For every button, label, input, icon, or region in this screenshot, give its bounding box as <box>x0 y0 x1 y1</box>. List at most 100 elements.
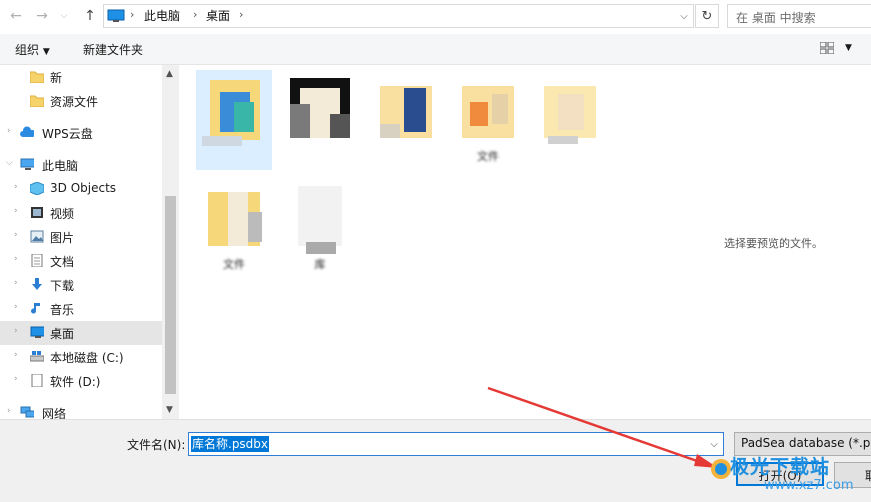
file-item[interactable]: 文件 <box>450 70 526 170</box>
address-bar[interactable]: › 此电脑 › 桌面 › ⌵ <box>103 4 694 28</box>
cloud-icon <box>20 126 34 137</box>
video-icon <box>31 207 43 218</box>
nav-item-label: 视频 <box>50 207 75 221</box>
file-item[interactable]: 库 <box>282 178 358 278</box>
file-type-value: PadSea database (*.ps <box>741 436 871 450</box>
chevron-right-icon[interactable]: › <box>7 406 11 416</box>
view-options-icon[interactable] <box>820 42 834 54</box>
drive-icon <box>30 351 44 362</box>
file-label: 文件 <box>477 150 499 163</box>
refresh-icon: ↻ <box>701 8 713 24</box>
back-button[interactable]: ← <box>6 6 26 26</box>
file-label: 库 <box>314 258 326 271</box>
file-item[interactable] <box>280 70 356 170</box>
nav-item-this-pc[interactable]: ⌵ 此电脑 <box>0 153 162 177</box>
file-thumbnail <box>462 86 514 138</box>
nav-item-wps-cloud[interactable]: › WPS云盘 <box>0 121 162 145</box>
navigation-pane[interactable]: 新 资源文件 › WPS云盘 ⌵ 此电脑 › 3D Objects › 视频 ›… <box>0 65 162 421</box>
desktop-icon <box>30 326 44 338</box>
watermark-logo: 极光下载站 www.xz7.com <box>708 452 871 501</box>
chevron-down-icon: ⌵ <box>680 10 688 22</box>
view-dropdown-icon[interactable]: ▼ <box>845 43 852 53</box>
file-thumbnail <box>208 192 262 246</box>
arrow-left-icon: ← <box>10 8 22 24</box>
scroll-up-icon[interactable]: ▲ <box>166 69 173 79</box>
organize-label: 组织 <box>15 43 40 57</box>
scroll-down-icon[interactable]: ▼ <box>166 405 173 415</box>
preview-pane-message: 选择要预览的文件。 <box>724 237 823 250</box>
chevron-right-icon[interactable]: › <box>14 350 18 360</box>
chevron-right-icon[interactable]: › <box>14 230 18 240</box>
nav-item-desktop[interactable]: › 桌面 <box>0 321 162 345</box>
breadcrumb-desktop[interactable]: 桌面 <box>206 8 230 24</box>
file-thumbnail <box>544 86 596 144</box>
chevron-right-icon[interactable]: › <box>14 254 18 264</box>
nav-item-downloads[interactable]: › 下载 <box>0 273 162 297</box>
up-button[interactable]: ↑ <box>80 6 100 26</box>
chevron-down-icon: ⌵ <box>60 11 68 21</box>
picture-icon <box>30 230 44 243</box>
nav-item-label: 软件 (D:) <box>50 375 101 389</box>
refresh-button[interactable]: ↻ <box>695 4 719 28</box>
address-dropdown-button[interactable]: ⌵ <box>675 5 693 27</box>
filename-value: 库名称.psdbx <box>191 436 270 452</box>
nav-item-label: 音乐 <box>50 303 75 317</box>
command-bar: 组织 ▼ 新建文件夹 ▼ <box>0 34 871 65</box>
nav-item-documents[interactable]: › 文档 <box>0 249 162 273</box>
download-icon <box>32 278 42 290</box>
nav-item-3d-objects[interactable]: › 3D Objects <box>0 177 162 201</box>
breadcrumb-this-pc[interactable]: 此电脑 <box>144 8 180 24</box>
nav-item-drive-d[interactable]: › 软件 (D:) <box>0 369 162 393</box>
filename-label: 文件名(N): <box>127 438 186 452</box>
file-item[interactable] <box>368 70 444 170</box>
nav-item-xin[interactable]: 新 <box>0 65 162 89</box>
watermark-text: 极光下载站 <box>730 456 831 478</box>
caret-down-icon: ▼ <box>42 47 50 57</box>
nav-item-label: 新 <box>50 71 63 85</box>
arrow-up-icon: ↑ <box>84 8 96 24</box>
file-thumbnail <box>202 80 260 146</box>
nav-item-label: 桌面 <box>50 327 75 341</box>
filename-input[interactable]: 库名称.psdbx ⌵ <box>188 432 724 456</box>
folder-icon <box>30 95 44 107</box>
nav-item-drive-c[interactable]: › 本地磁盘 (C:) <box>0 345 162 369</box>
watermark-url: www.xz7.com <box>764 478 854 493</box>
file-item[interactable] <box>196 70 272 170</box>
new-folder-button[interactable]: 新建文件夹 <box>83 41 143 58</box>
drive-icon <box>31 374 43 387</box>
watermark-emblem-icon <box>711 459 731 479</box>
organize-button[interactable]: 组织 ▼ <box>15 41 50 58</box>
nav-item-pictures[interactable]: › 图片 <box>0 225 162 249</box>
music-icon <box>31 303 40 314</box>
nav-item-music[interactable]: › 音乐 <box>0 297 162 321</box>
computer-icon <box>20 158 34 170</box>
nav-item-label: 此电脑 <box>42 159 79 173</box>
nav-item-videos[interactable]: › 视频 <box>0 201 162 225</box>
search-input[interactable]: 在 桌面 中搜索 <box>727 4 871 28</box>
nav-item-label: 下载 <box>50 279 75 293</box>
file-item[interactable]: 文件 <box>196 178 272 278</box>
folder-icon <box>30 71 44 83</box>
search-placeholder: 在 桌面 中搜索 <box>736 11 816 25</box>
chevron-right-icon: › <box>239 8 244 21</box>
chevron-right-icon[interactable]: › <box>14 326 18 336</box>
nav-item-resources[interactable]: 资源文件 <box>0 89 162 113</box>
nav-item-label: 本地磁盘 (C:) <box>50 351 124 365</box>
file-item[interactable] <box>532 70 608 170</box>
chevron-right-icon[interactable]: › <box>14 302 18 312</box>
recent-locations-button[interactable]: ⌵ <box>58 6 70 26</box>
chevron-right-icon: › <box>193 8 198 21</box>
address-row: ← → ⌵ ↑ › 此电脑 › 桌面 › ⌵ ↻ 在 桌面 中搜索 <box>0 0 871 32</box>
chevron-down-icon: ⌵ <box>710 438 718 450</box>
forward-button[interactable]: → <box>32 6 52 26</box>
file-thumbnail <box>290 78 350 138</box>
arrow-right-icon: → <box>36 8 48 24</box>
nav-scrollbar-thumb[interactable] <box>165 196 176 394</box>
nav-item-label: 文档 <box>50 255 75 269</box>
chevron-right-icon[interactable]: › <box>14 278 18 288</box>
chevron-right-icon[interactable]: › <box>7 126 11 136</box>
chevron-down-icon[interactable]: ⌵ <box>6 158 13 168</box>
chevron-right-icon[interactable]: › <box>14 374 18 384</box>
chevron-right-icon[interactable]: › <box>14 206 18 216</box>
chevron-right-icon[interactable]: › <box>14 182 18 192</box>
